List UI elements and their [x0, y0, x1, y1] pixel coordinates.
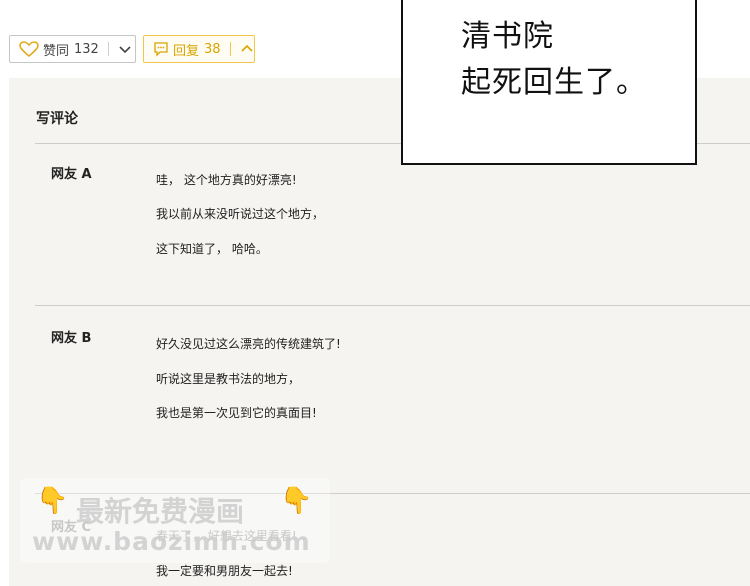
comment-line: 这下知道了， 哈哈。 — [156, 242, 268, 256]
pointing-hand-icon: 👇 — [36, 486, 69, 516]
divider — [35, 305, 750, 306]
reply-label: 回复 — [173, 43, 200, 59]
chevron-down-icon[interactable] — [118, 42, 132, 56]
speech-bubble-icon — [153, 41, 169, 57]
watermark-text: 最新免费漫画 — [76, 495, 245, 528]
chevron-up-icon[interactable] — [240, 42, 254, 56]
like-button[interactable]: 赞同 132 — [9, 35, 136, 63]
comment-line: 我一定要和男朋友一起去! — [156, 564, 293, 578]
reply-separator — [229, 42, 231, 56]
heart-icon — [19, 41, 39, 58]
comment-line: 好久没见过这么漂亮的传统建筑了! — [156, 337, 341, 351]
write-comment-title[interactable]: 写评论 — [36, 108, 78, 128]
like-separator — [107, 42, 109, 56]
pointing-hand-icon: 👇 — [280, 486, 313, 516]
reply-button[interactable]: 回复 38 — [143, 35, 255, 63]
like-count: 132 — [74, 41, 99, 57]
manga-text-line: 起死回生了。 — [461, 65, 647, 100]
comment-line: 哇， 这个地方真的好漂亮! — [156, 173, 297, 187]
comment-line: 我以前从来没听说过这个地方， — [156, 207, 325, 221]
manga-panel: 清书院 起死回生了。 — [401, 0, 697, 165]
comment-author: 网友 B — [51, 331, 92, 346]
comment-author: 网友 A — [51, 167, 92, 182]
like-label: 赞同 — [43, 43, 70, 59]
comment-line: 我也是第一次见到它的真面目! — [156, 406, 317, 420]
reply-count: 38 — [204, 41, 221, 57]
watermark-url: www.baozimh.com — [32, 527, 311, 556]
manga-text-line: 清书院 — [461, 19, 554, 54]
comment-line: 听说这里是教书法的地方， — [156, 372, 301, 386]
